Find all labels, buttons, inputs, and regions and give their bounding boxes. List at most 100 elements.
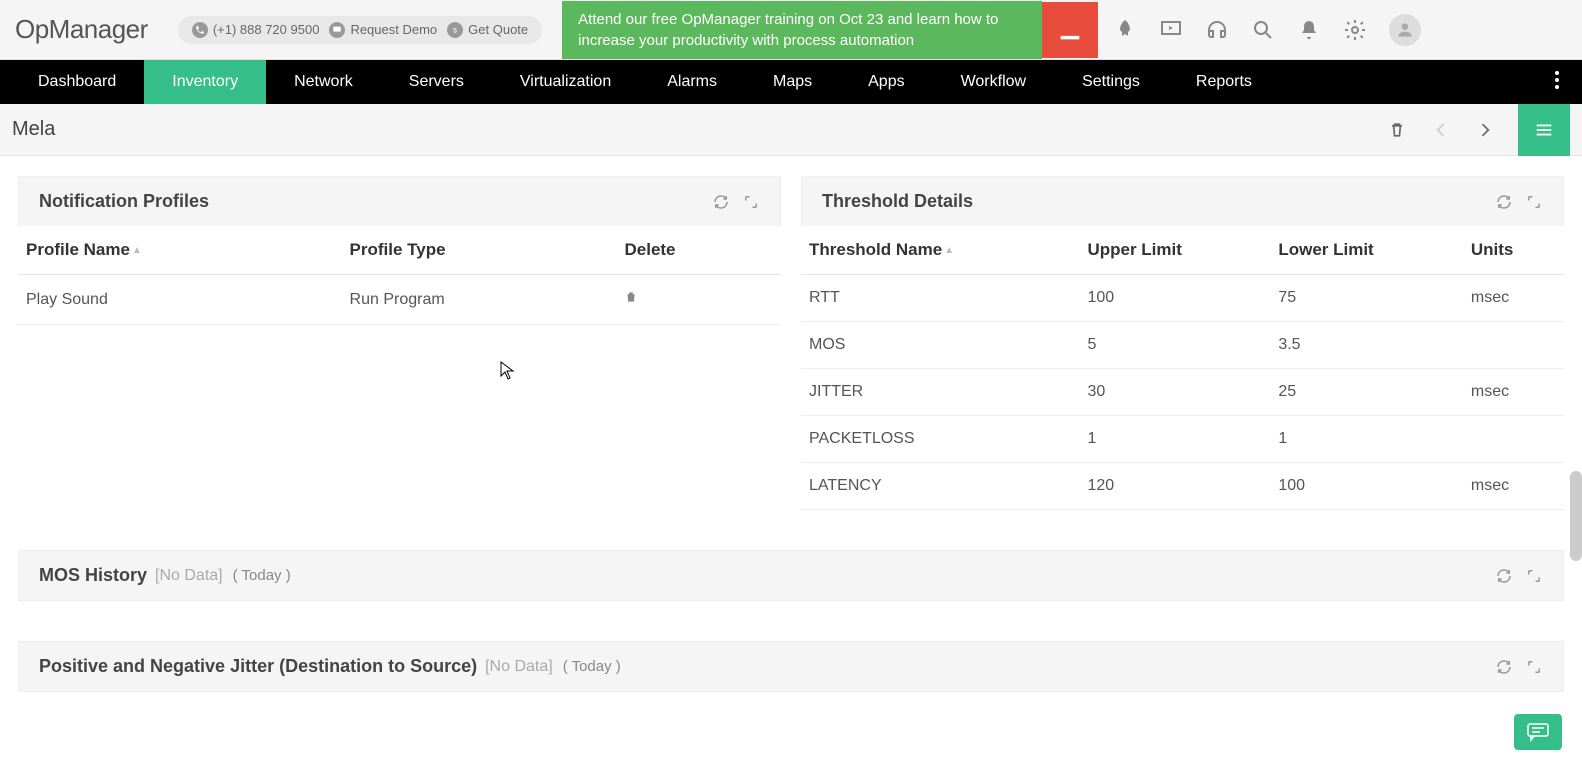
delete-icon[interactable] bbox=[1378, 111, 1416, 149]
presentation-icon[interactable] bbox=[1159, 18, 1183, 42]
section-period: ( Today ) bbox=[233, 567, 291, 584]
nav-apps[interactable]: Apps bbox=[840, 60, 932, 104]
monitor-icon bbox=[329, 22, 345, 38]
nav-inventory[interactable]: Inventory bbox=[144, 60, 266, 104]
scrollbar-thumb[interactable] bbox=[1570, 471, 1582, 561]
content-area: Notification Profiles Profile Name▲ Prof… bbox=[0, 156, 1582, 752]
upper-limit-cell: 5 bbox=[1079, 322, 1270, 369]
col-upper-limit[interactable]: Upper Limit bbox=[1079, 226, 1270, 275]
top-icons bbox=[1113, 14, 1421, 46]
nav-settings[interactable]: Settings bbox=[1054, 60, 1168, 104]
table-row: RTT 100 75 msec bbox=[801, 275, 1564, 322]
upper-limit-cell: 30 bbox=[1079, 369, 1270, 416]
section-bar: Positive and Negative Jitter (Destinatio… bbox=[18, 641, 1564, 692]
units-cell: msec bbox=[1463, 463, 1564, 510]
lower-limit-cell: 25 bbox=[1270, 369, 1463, 416]
expand-icon[interactable] bbox=[1525, 193, 1543, 211]
col-lower-limit[interactable]: Lower Limit bbox=[1270, 226, 1463, 275]
chat-button[interactable] bbox=[1514, 714, 1562, 750]
lower-limit-cell: 75 bbox=[1270, 275, 1463, 322]
notification-table: Profile Name▲ Profile Type Delete Play S… bbox=[18, 226, 781, 325]
col-delete[interactable]: Delete bbox=[616, 226, 781, 275]
upper-limit-cell: 120 bbox=[1079, 463, 1270, 510]
units-cell: msec bbox=[1463, 369, 1564, 416]
nav-network[interactable]: Network bbox=[266, 60, 381, 104]
lower-limit-cell: 1 bbox=[1270, 416, 1463, 463]
col-profile-name[interactable]: Profile Name▲ bbox=[18, 226, 342, 275]
next-icon[interactable] bbox=[1466, 111, 1504, 149]
lower-limit-cell: 3.5 bbox=[1270, 322, 1463, 369]
nav-workflow[interactable]: Workflow bbox=[933, 60, 1055, 104]
threshold-table: Threshold Name▲ Upper Limit Lower Limit … bbox=[801, 226, 1564, 510]
expand-icon[interactable] bbox=[742, 193, 760, 211]
threshold-name-cell: PACKETLOSS bbox=[801, 416, 1079, 463]
dollar-icon: $ bbox=[447, 22, 463, 38]
nav-more-icon[interactable] bbox=[1542, 68, 1572, 97]
notification-profiles-panel: Notification Profiles Profile Name▲ Prof… bbox=[18, 176, 781, 510]
threshold-details-panel: Threshold Details Threshold Name▲ Upper … bbox=[801, 176, 1564, 510]
phone-number: (+1) 888 720 9500 bbox=[213, 22, 320, 37]
nav-reports[interactable]: Reports bbox=[1168, 60, 1280, 104]
table-row: JITTER 30 25 msec bbox=[801, 369, 1564, 416]
profile-type-cell: Run Program bbox=[342, 275, 617, 325]
nav-servers[interactable]: Servers bbox=[381, 60, 492, 104]
section-period: ( Today ) bbox=[563, 658, 621, 675]
demo-item[interactable]: Request Demo bbox=[329, 22, 437, 38]
expand-icon[interactable] bbox=[1525, 658, 1543, 676]
threshold-name-cell: LATENCY bbox=[801, 463, 1079, 510]
quote-label: Get Quote bbox=[468, 22, 528, 37]
col-profile-type[interactable]: Profile Type bbox=[342, 226, 617, 275]
notification-panel-title: Notification Profiles bbox=[39, 191, 209, 212]
table-row: Play Sound Run Program bbox=[18, 275, 781, 325]
phone-icon bbox=[192, 22, 208, 38]
breadcrumb-bar: Mela bbox=[0, 104, 1582, 156]
top-bar: OpManager (+1) 888 720 9500 Request Demo… bbox=[0, 0, 1582, 60]
crumb-actions bbox=[1378, 104, 1570, 156]
nav-maps[interactable]: Maps bbox=[745, 60, 840, 104]
table-row: LATENCY 120 100 msec bbox=[801, 463, 1564, 510]
prev-icon bbox=[1422, 111, 1460, 149]
demo-label: Request Demo bbox=[350, 22, 437, 37]
threshold-panel-title: Threshold Details bbox=[822, 191, 973, 212]
svg-text:$: $ bbox=[453, 27, 457, 34]
search-icon[interactable] bbox=[1251, 18, 1275, 42]
refresh-icon[interactable] bbox=[1495, 193, 1513, 211]
quote-item[interactable]: $ Get Quote bbox=[447, 22, 528, 38]
bell-icon[interactable] bbox=[1297, 18, 1321, 42]
user-avatar[interactable] bbox=[1389, 14, 1421, 46]
lower-limit-cell: 100 bbox=[1270, 463, 1463, 510]
table-row: PACKETLOSS 1 1 bbox=[801, 416, 1564, 463]
units-cell bbox=[1463, 416, 1564, 463]
section-title: MOS History bbox=[39, 565, 147, 586]
refresh-icon[interactable] bbox=[1495, 658, 1513, 676]
rocket-icon[interactable] bbox=[1113, 18, 1137, 42]
col-units[interactable]: Units bbox=[1463, 226, 1564, 275]
units-cell bbox=[1463, 322, 1564, 369]
phone-item[interactable]: (+1) 888 720 9500 bbox=[192, 22, 320, 38]
refresh-icon[interactable] bbox=[1495, 567, 1513, 585]
expand-icon[interactable] bbox=[1525, 567, 1543, 585]
nav-dashboard[interactable]: Dashboard bbox=[10, 60, 144, 104]
profile-name-cell: Play Sound bbox=[18, 275, 342, 325]
main-nav: Dashboard Inventory Network Servers Virt… bbox=[0, 60, 1582, 104]
training-banner[interactable]: Attend our free OpManager training on Oc… bbox=[562, 1, 1042, 59]
col-threshold-name[interactable]: Threshold Name▲ bbox=[801, 226, 1079, 275]
nav-virtualization[interactable]: Virtualization bbox=[492, 60, 639, 104]
trash-icon[interactable] bbox=[624, 292, 638, 309]
hamburger-menu[interactable] bbox=[1518, 104, 1570, 156]
upper-limit-cell: 100 bbox=[1079, 275, 1270, 322]
table-row: MOS 5 3.5 bbox=[801, 322, 1564, 369]
gear-icon[interactable] bbox=[1343, 18, 1367, 42]
threshold-name-cell: RTT bbox=[801, 275, 1079, 322]
section-bar: MOS History [No Data] ( Today ) bbox=[18, 550, 1564, 601]
threshold-name-cell: MOS bbox=[801, 322, 1079, 369]
delete-cell bbox=[616, 275, 781, 325]
logo: OpManager bbox=[15, 14, 148, 45]
download-button[interactable] bbox=[1042, 2, 1098, 58]
section-title: Positive and Negative Jitter (Destinatio… bbox=[39, 656, 477, 677]
page-title: Mela bbox=[12, 118, 55, 141]
refresh-icon[interactable] bbox=[712, 193, 730, 211]
nav-alarms[interactable]: Alarms bbox=[639, 60, 745, 104]
headset-icon[interactable] bbox=[1205, 18, 1229, 42]
section-nodata: [No Data] bbox=[485, 658, 553, 676]
